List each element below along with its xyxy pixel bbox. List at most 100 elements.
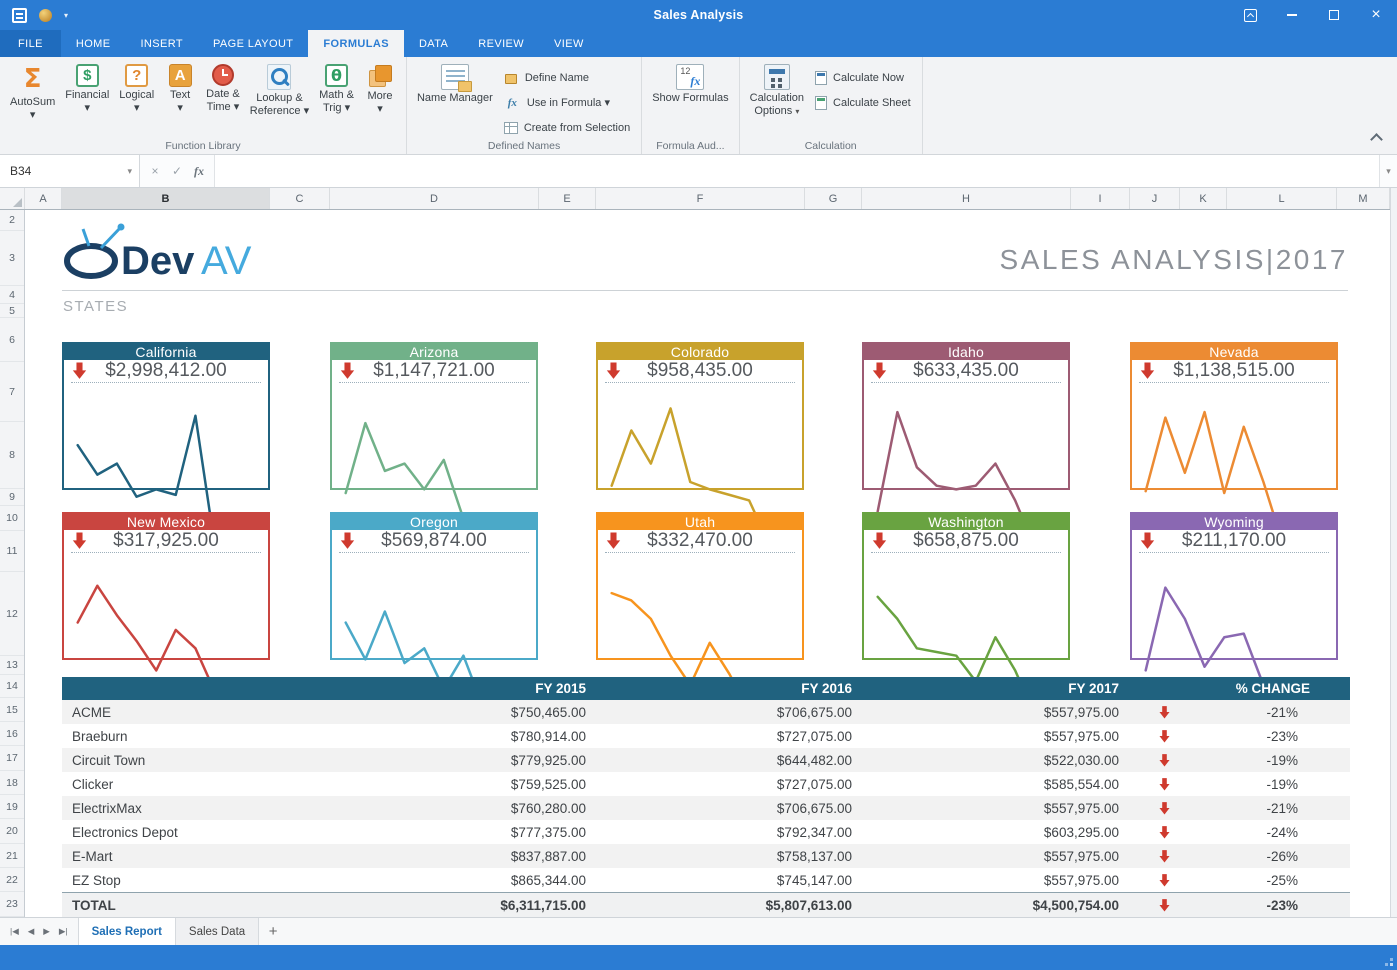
company-name-cell[interactable]: Circuit Town <box>62 748 340 772</box>
column-header-m[interactable]: M <box>1337 188 1390 209</box>
vertical-scrollbar[interactable] <box>1390 188 1397 917</box>
calculation-options-button[interactable]: Calculation Options ▾ <box>745 60 809 118</box>
select-all-corner[interactable] <box>0 188 25 209</box>
row-header-19[interactable]: 19 <box>0 795 24 819</box>
row-header-5[interactable]: 5 <box>0 304 24 318</box>
use-in-formula-button[interactable]: Use in Formula ▾ <box>498 90 636 115</box>
more-button[interactable]: More▾ <box>359 60 401 121</box>
row-header-3[interactable]: 3 <box>0 231 24 286</box>
text-button[interactable]: AText▾ <box>159 60 201 121</box>
company-name-cell[interactable]: Braeburn <box>62 724 340 748</box>
row-header-2[interactable]: 2 <box>0 210 24 231</box>
create-from-selection-button[interactable]: Create from Selection <box>498 115 636 140</box>
fy2015-value-cell[interactable]: $760,280.00 <box>340 796 600 820</box>
percent-change-cell[interactable]: -25% <box>1133 868 1350 892</box>
company-name-cell[interactable]: Clicker <box>62 772 340 796</box>
table-header-name[interactable] <box>62 677 340 700</box>
row-header-4[interactable]: 4 <box>0 286 24 304</box>
fy2017-value-cell[interactable]: $557,975.00 <box>866 796 1133 820</box>
row-header-11[interactable]: 11 <box>0 531 24 572</box>
financial-button[interactable]: $Financial▾ <box>60 60 114 121</box>
company-name-cell[interactable]: Electronics Depot <box>62 820 340 844</box>
row-header-20[interactable]: 20 <box>0 819 24 844</box>
fy2016-value-cell[interactable]: $706,675.00 <box>600 796 866 820</box>
row-header-18[interactable]: 18 <box>0 771 24 795</box>
excel-app-icon[interactable] <box>12 8 27 23</box>
next-sheet-button[interactable]: ▶ <box>43 926 50 937</box>
minimize-button[interactable] <box>1271 0 1313 30</box>
previous-sheet-button[interactable]: ◀ <box>28 926 35 937</box>
qat-dropdown-caret-icon[interactable]: ▾ <box>64 11 68 20</box>
ribbon-tab-data[interactable]: DATA <box>404 30 463 57</box>
fy2015-value-cell[interactable]: $777,375.00 <box>340 820 600 844</box>
ribbon-tab-formulas[interactable]: FORMULAS <box>308 30 404 57</box>
company-name-cell[interactable]: E-Mart <box>62 844 340 868</box>
column-header-i[interactable]: I <box>1071 188 1130 209</box>
percent-change-cell[interactable]: -21% <box>1133 700 1350 724</box>
ribbon-display-options-button[interactable] <box>1229 0 1271 30</box>
calculate-sheet-button[interactable]: Calculate Sheet <box>809 90 917 115</box>
insert-function-button[interactable]: fx <box>188 164 210 179</box>
column-header-b[interactable]: B <box>62 188 270 209</box>
fy2016-value-cell[interactable]: $758,137.00 <box>600 844 866 868</box>
state-card-new-mexico[interactable]: New Mexico$317,925.00 <box>62 512 270 660</box>
sheet-tab-sales-data[interactable]: Sales Data <box>176 918 259 945</box>
calculate-now-button[interactable]: Calculate Now <box>809 65 917 90</box>
state-card-oregon[interactable]: Oregon$569,874.00 <box>330 512 538 660</box>
state-card-arizona[interactable]: Arizona$1,147,721.00 <box>330 342 538 490</box>
percent-change-cell[interactable]: -19% <box>1133 772 1350 796</box>
fy2017-value-cell[interactable]: $557,975.00 <box>866 844 1133 868</box>
fy2016-value-cell[interactable]: $745,147.00 <box>600 868 866 892</box>
maximize-button[interactable] <box>1313 0 1355 30</box>
ribbon-tab-review[interactable]: REVIEW <box>463 30 539 57</box>
column-header-g[interactable]: G <box>805 188 862 209</box>
percent-change-cell[interactable]: -24% <box>1133 820 1350 844</box>
close-button[interactable]: × <box>1355 0 1397 30</box>
row-header-10[interactable]: 10 <box>0 506 24 531</box>
percent-change-cell[interactable]: -21% <box>1133 796 1350 820</box>
percent-change-cell[interactable]: -23% <box>1133 724 1350 748</box>
fy2017-value-cell[interactable]: $522,030.00 <box>866 748 1133 772</box>
last-sheet-button[interactable]: ▶| <box>59 926 68 937</box>
logical-button[interactable]: ?Logical▾ <box>114 60 159 121</box>
table-header-change[interactable]: % CHANGE <box>1133 677 1350 700</box>
formula-input[interactable] <box>215 155 1379 187</box>
autosum-button[interactable]: ΣAutoSum▾ <box>5 60 60 121</box>
date-time-button[interactable]: Date &Time ▾ <box>201 60 245 121</box>
sheet-tab-sales-report[interactable]: Sales Report <box>78 918 176 945</box>
state-card-colorado[interactable]: Colorado$958,435.00 <box>596 342 804 490</box>
row-header-14[interactable]: 14 <box>0 675 24 698</box>
fy2015-value-cell[interactable]: $837,887.00 <box>340 844 600 868</box>
ribbon-tab-home[interactable]: HOME <box>61 30 126 57</box>
fy2016-value-cell[interactable]: $5,807,613.00 <box>600 893 866 917</box>
fy2016-value-cell[interactable]: $706,675.00 <box>600 700 866 724</box>
fy2017-value-cell[interactable]: $4,500,754.00 <box>866 893 1133 917</box>
ribbon-tab-insert[interactable]: INSERT <box>125 30 198 57</box>
row-header-13[interactable]: 13 <box>0 656 24 675</box>
column-header-f[interactable]: F <box>596 188 805 209</box>
column-header-j[interactable]: J <box>1130 188 1180 209</box>
lookup-reference-button[interactable]: Lookup &Reference ▾ <box>245 60 314 121</box>
column-header-h[interactable]: H <box>862 188 1071 209</box>
row-header-12[interactable]: 12 <box>0 572 24 656</box>
table-header-fy-2017[interactable]: FY 2017 <box>866 677 1133 700</box>
fy2016-value-cell[interactable]: $727,075.00 <box>600 724 866 748</box>
row-header-7[interactable]: 7 <box>0 362 24 422</box>
fy2017-value-cell[interactable]: $603,295.00 <box>866 820 1133 844</box>
column-header-e[interactable]: E <box>539 188 596 209</box>
percent-change-cell[interactable]: -23% <box>1133 893 1350 917</box>
define-name-button[interactable]: Define Name <box>498 65 636 90</box>
fy2017-value-cell[interactable]: $557,975.00 <box>866 868 1133 892</box>
show-formulas-button[interactable]: Show Formulas <box>647 60 733 105</box>
math-trig-button[interactable]: θMath &Trig ▾ <box>314 60 359 121</box>
row-header-22[interactable]: 22 <box>0 868 24 892</box>
formula-bar-expand-caret-icon[interactable]: ▾ <box>1379 155 1397 187</box>
state-card-wyoming[interactable]: Wyoming$211,170.00 <box>1130 512 1338 660</box>
qat-icon[interactable] <box>39 9 52 22</box>
name-box-caret-icon[interactable]: ▾ <box>127 166 132 177</box>
row-header-23[interactable]: 23 <box>0 892 24 917</box>
fy2017-value-cell[interactable]: $585,554.00 <box>866 772 1133 796</box>
state-card-california[interactable]: California$2,998,412.00 <box>62 342 270 490</box>
state-card-idaho[interactable]: Idaho$633,435.00 <box>862 342 1070 490</box>
fy2015-value-cell[interactable]: $6,311,715.00 <box>340 893 600 917</box>
